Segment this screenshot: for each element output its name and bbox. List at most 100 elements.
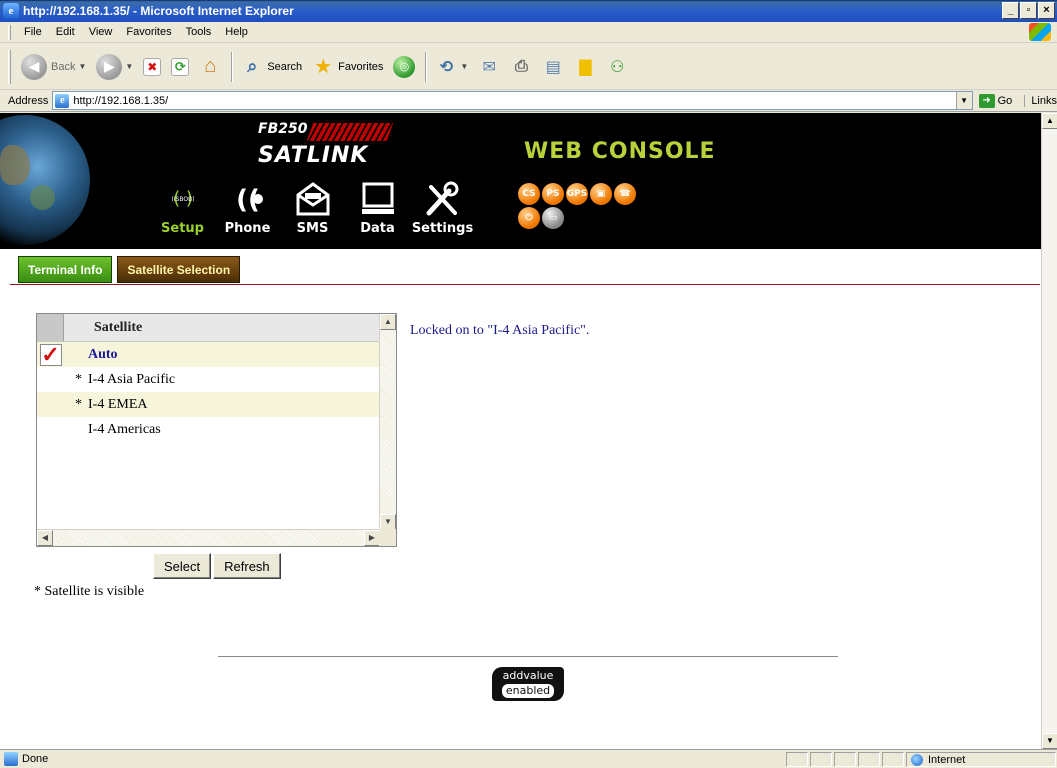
nav-data[interactable]: Data xyxy=(345,179,410,236)
row-check-cell[interactable] xyxy=(37,367,64,392)
favorites-label: Favorites xyxy=(338,60,384,73)
chevron-down-icon[interactable]: ▼ xyxy=(955,92,972,109)
edit-page-icon: ▤ xyxy=(545,58,561,76)
satellite-name[interactable]: Auto xyxy=(88,347,380,363)
stop-button[interactable]: ✖ xyxy=(139,49,165,85)
chevron-down-icon[interactable]: ▼ xyxy=(125,62,133,71)
chevron-down-icon[interactable]: ▼ xyxy=(460,62,468,71)
menu-edit[interactable]: Edit xyxy=(49,24,82,40)
satellite-list: Satellite ✓ Auto * I-4 Asia Pacific * I-… xyxy=(36,313,397,547)
main-nav: ( ) (ISBOB) Setup (( Phone SMS Data Sett… xyxy=(150,179,475,236)
back-label: Back xyxy=(51,60,76,73)
window-title: http://192.168.1.35/ - Microsoft Interne… xyxy=(23,4,294,18)
setup-icon: ( ) (ISBOB) xyxy=(163,179,203,219)
satellite-name[interactable]: I-4 EMEA xyxy=(88,397,380,413)
mail-button[interactable]: ✉ xyxy=(474,49,504,85)
scroll-right-icon[interactable]: ▶ xyxy=(364,530,380,546)
address-url[interactable]: http://192.168.1.35/ xyxy=(73,95,168,107)
nav-setup[interactable]: ( ) (ISBOB) Setup xyxy=(150,179,215,236)
messenger-button[interactable]: ⚇ xyxy=(602,49,632,85)
scroll-up-icon[interactable]: ▲ xyxy=(1042,113,1057,129)
refresh-list-button[interactable]: Refresh xyxy=(213,553,281,579)
settings-tools-icon xyxy=(423,179,463,219)
print-button[interactable]: ⎙ xyxy=(506,49,536,85)
forward-arrow-icon: ▶ xyxy=(96,53,123,80)
row-check-cell[interactable] xyxy=(37,392,64,417)
brand-stripes-graphic xyxy=(306,123,394,141)
checkmark-icon[interactable]: ✓ xyxy=(39,343,62,366)
menu-favorites[interactable]: Favorites xyxy=(119,24,178,40)
page-content: FB250 SATLINK WEB CONSOLE ( ) (ISBOB) Set… xyxy=(0,113,1041,749)
status-panel xyxy=(786,752,808,767)
note-icon: ▇ xyxy=(579,58,592,76)
tab-terminal-info[interactable]: Terminal Info xyxy=(18,256,113,283)
visible-marker: * xyxy=(75,396,82,412)
history-icon: ⟲ xyxy=(439,58,454,76)
back-button[interactable]: ◀ Back ▼ xyxy=(17,49,90,85)
scroll-left-icon[interactable]: ◀ xyxy=(37,530,53,546)
model-name: FB250 xyxy=(258,121,308,137)
list-horizontal-scrollbar[interactable]: ◀ ▶ xyxy=(37,529,380,546)
scroll-down-icon[interactable]: ▼ xyxy=(1042,733,1057,749)
satellite-name[interactable]: I-4 Asia Pacific xyxy=(88,372,380,388)
nav-phone[interactable]: (( Phone xyxy=(215,179,280,236)
status-text: Done xyxy=(22,753,49,765)
search-button[interactable]: ⌕ Search xyxy=(237,49,306,85)
menu-view[interactable]: View xyxy=(82,24,120,40)
satellite-row-emea[interactable]: * I-4 EMEA xyxy=(37,392,380,417)
tab-satellite-selection[interactable]: Satellite Selection xyxy=(117,256,241,283)
toolbar-grip[interactable] xyxy=(8,49,11,84)
maximize-button[interactable]: ▫ xyxy=(1020,2,1037,19)
favorites-button[interactable]: ★ Favorites xyxy=(308,49,387,85)
satellite-row-asia-pacific[interactable]: * I-4 Asia Pacific xyxy=(37,367,380,392)
addvalue-enabled-logo: addvalue enabled xyxy=(492,667,564,701)
close-button[interactable]: × xyxy=(1038,2,1055,19)
address-bar: Address e http://192.168.1.35/ ▼ ➜ Go Li… xyxy=(0,90,1057,112)
tab-divider xyxy=(10,284,1040,285)
home-button[interactable]: ⌂ xyxy=(195,49,225,85)
status-indicators: CS PS GPS ▣ ☎ ⏻ ▭ xyxy=(518,183,658,229)
menu-tools[interactable]: Tools xyxy=(179,24,219,40)
logo-text-bottom: enabled xyxy=(501,684,555,698)
page-icon xyxy=(4,752,18,766)
forward-button[interactable]: ▶ ▼ xyxy=(92,49,137,85)
page-vertical-scrollbar[interactable]: ▲ ▼ xyxy=(1041,113,1057,749)
nav-settings[interactable]: Settings xyxy=(410,179,475,236)
menu-file[interactable]: File xyxy=(17,24,49,40)
footer-divider xyxy=(218,656,838,657)
satellite-row-americas[interactable]: I-4 Americas xyxy=(37,417,380,442)
history-button[interactable]: ⟲ ▼ xyxy=(431,49,472,85)
edit-button[interactable]: ▤ xyxy=(538,49,568,85)
logo-text-top: addvalue xyxy=(502,669,554,682)
minimize-button[interactable]: _ xyxy=(1002,2,1019,19)
nav-label: Phone xyxy=(224,221,271,236)
refresh-button[interactable]: ⟳ xyxy=(167,49,193,85)
links-button[interactable]: Links xyxy=(1024,94,1057,107)
row-check-cell[interactable] xyxy=(37,417,64,442)
nav-sms[interactable]: SMS xyxy=(280,179,345,236)
scroll-up-icon[interactable]: ▲ xyxy=(380,314,396,330)
satellite-row-auto[interactable]: ✓ Auto xyxy=(37,342,380,367)
sub-tabs: Terminal Info Satellite Selection xyxy=(18,256,241,283)
toolbar-separator xyxy=(425,51,428,82)
nav-label: Data xyxy=(360,221,395,236)
satellite-name[interactable]: I-4 Americas xyxy=(88,422,380,438)
satellite-list-header: Satellite xyxy=(37,314,380,342)
header-check-column xyxy=(37,314,64,341)
chevron-down-icon[interactable]: ▼ xyxy=(78,62,86,71)
toolbar-grip[interactable] xyxy=(8,24,11,40)
media-button[interactable]: ◎ xyxy=(389,49,419,85)
menu-help[interactable]: Help xyxy=(218,24,255,40)
scroll-down-icon[interactable]: ▼ xyxy=(380,514,396,530)
select-button[interactable]: Select xyxy=(153,553,212,579)
address-input[interactable]: e http://192.168.1.35/ ▼ xyxy=(52,91,973,110)
gps-status-icon: GPS xyxy=(566,183,588,205)
go-button[interactable]: ➜ Go xyxy=(978,93,1012,108)
security-zone[interactable]: Internet xyxy=(906,752,1056,767)
list-vertical-scrollbar[interactable]: ▲ ▼ xyxy=(379,314,396,530)
row-check-cell[interactable]: ✓ xyxy=(37,342,64,367)
search-label: Search xyxy=(267,60,303,73)
power-status-icon: ⏻ xyxy=(518,207,540,229)
svg-text:(ISBOB): (ISBOB) xyxy=(171,196,194,203)
discuss-button[interactable]: ▇ xyxy=(570,49,600,85)
